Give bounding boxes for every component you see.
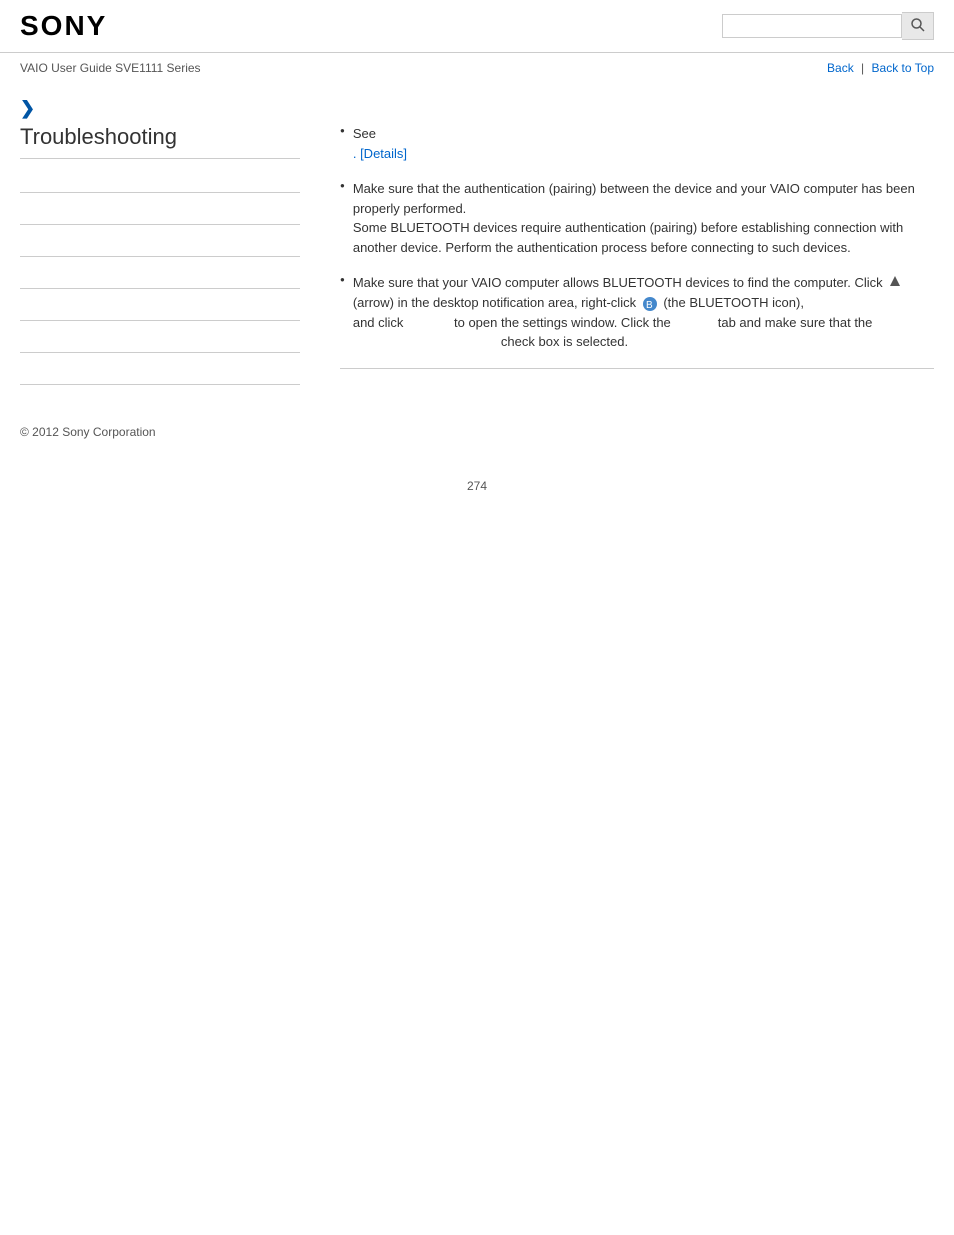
bullet-item-3: ● Make sure that your VAIO computer allo…: [340, 273, 934, 352]
back-link[interactable]: Back: [827, 61, 854, 75]
bullet-item-1: ● See . [Details]: [340, 124, 934, 163]
sidebar-line-4: [20, 267, 300, 289]
bullet-text-1: See . [Details]: [353, 124, 407, 163]
bullet-text-2: Make sure that the authentication (pairi…: [353, 179, 934, 257]
sidebar-line-1: [20, 171, 300, 193]
content-divider: [340, 368, 934, 369]
nav-separator: |: [861, 61, 864, 75]
sidebar-line-7: [20, 363, 300, 385]
search-input[interactable]: [722, 14, 902, 38]
bullet1-prefix: See: [353, 126, 376, 141]
search-icon: [910, 17, 926, 36]
bluetooth-icon-inline: B: [642, 296, 658, 312]
footer: © 2012 Sony Corporation: [0, 395, 954, 459]
page-number: 274: [0, 459, 954, 513]
sidebar-line-5: [20, 299, 300, 321]
svg-text:B: B: [646, 300, 653, 311]
sidebar-line-3: [20, 235, 300, 257]
guide-title: VAIO User Guide SVE1111 Series: [20, 61, 201, 75]
right-content: ● See . [Details] ● Make sure that the a…: [320, 124, 934, 395]
sidebar: Troubleshooting: [20, 124, 320, 395]
bullet-dot-2: ●: [340, 181, 345, 190]
sidebar-line-2: [20, 203, 300, 225]
bullet-dot-3: ●: [340, 275, 345, 284]
bullet-dot-1: ●: [340, 126, 345, 135]
bullet-item-2: ● Make sure that the authentication (pai…: [340, 179, 934, 257]
arrow-icon-inline: [888, 274, 902, 294]
copyright-text: © 2012 Sony Corporation: [20, 425, 156, 439]
back-to-top-link[interactable]: Back to Top: [872, 61, 934, 75]
nav-links: Back | Back to Top: [827, 61, 934, 75]
sidebar-line-6: [20, 331, 300, 353]
chevron-area: ❯: [0, 83, 954, 124]
details-link[interactable]: . [Details]: [353, 146, 407, 161]
troubleshooting-title: Troubleshooting: [20, 124, 300, 159]
sub-header: VAIO User Guide SVE1111 Series Back | Ba…: [0, 53, 954, 83]
bullet-text-3: Make sure that your VAIO computer allows…: [353, 273, 934, 352]
main-content: Troubleshooting ● See . [Details] ● Make…: [0, 124, 954, 395]
chevron-icon: ❯: [20, 98, 35, 118]
header: SONY: [0, 0, 954, 53]
sony-logo: SONY: [20, 10, 107, 42]
search-button[interactable]: [902, 12, 934, 40]
search-area: [722, 12, 934, 40]
